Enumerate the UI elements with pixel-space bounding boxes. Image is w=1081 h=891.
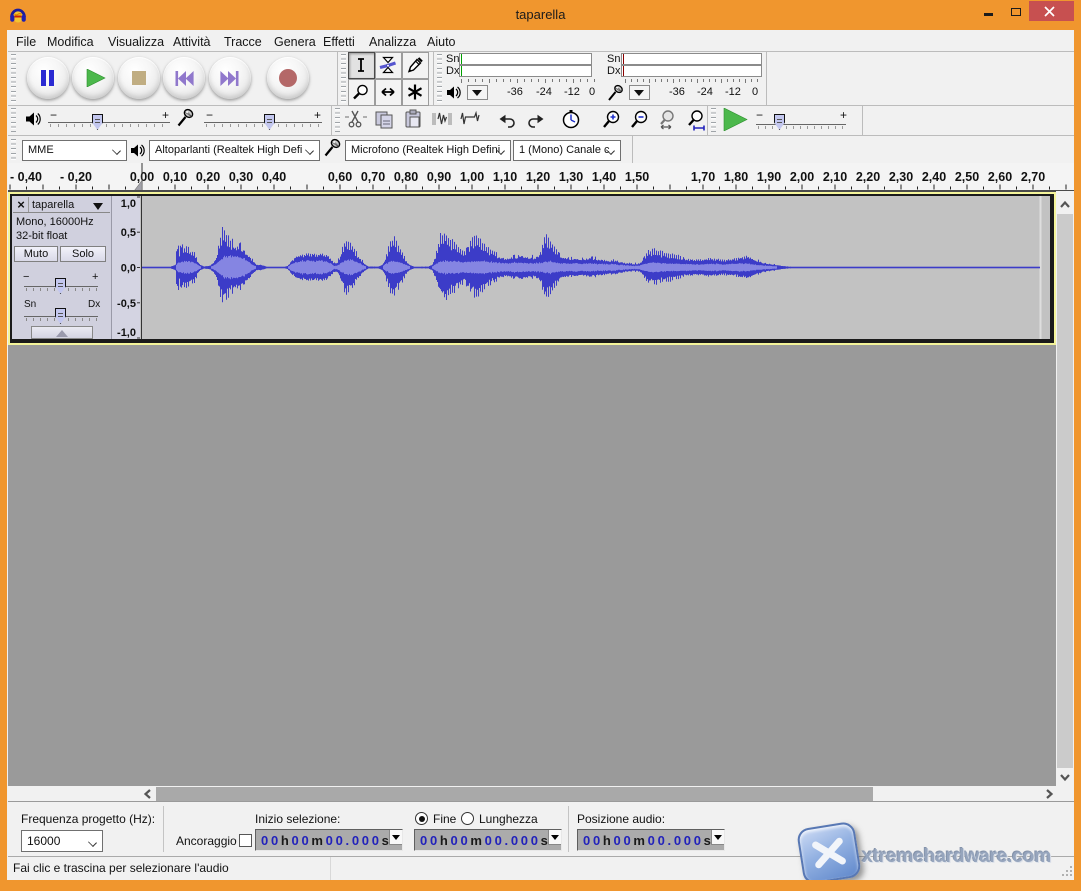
- svg-text:2,00: 2,00: [790, 170, 814, 184]
- svg-text:1,90: 1,90: [757, 170, 781, 184]
- svg-text:1,40: 1,40: [592, 170, 616, 184]
- svg-text:1,70: 1,70: [691, 170, 715, 184]
- svg-text:2,50: 2,50: [955, 170, 979, 184]
- svg-text:- 0,40: - 0,40: [10, 170, 42, 184]
- svg-text:0,30: 0,30: [229, 170, 253, 184]
- svg-text:0,70: 0,70: [361, 170, 385, 184]
- svg-text:1,00: 1,00: [460, 170, 484, 184]
- svg-text:0,60: 0,60: [328, 170, 352, 184]
- svg-text:2,70: 2,70: [1021, 170, 1045, 184]
- svg-text:2,20: 2,20: [856, 170, 880, 184]
- svg-text:0,0: 0,0: [121, 263, 136, 275]
- svg-text:1,10: 1,10: [493, 170, 517, 184]
- svg-text:1,50: 1,50: [625, 170, 649, 184]
- svg-text:2,10: 2,10: [823, 170, 847, 184]
- svg-text:0,80: 0,80: [394, 170, 418, 184]
- svg-text:0,20: 0,20: [196, 170, 220, 184]
- svg-text:0,10: 0,10: [163, 170, 187, 184]
- svg-text:2,40: 2,40: [922, 170, 946, 184]
- svg-text:0,5: 0,5: [121, 227, 136, 239]
- svg-text:1,20: 1,20: [526, 170, 550, 184]
- svg-text:1,80: 1,80: [724, 170, 748, 184]
- svg-text:-1,0: -1,0: [117, 327, 136, 339]
- svg-text:-0,5: -0,5: [117, 298, 136, 310]
- svg-text:1,30: 1,30: [559, 170, 583, 184]
- svg-text:0,90: 0,90: [427, 170, 451, 184]
- svg-text:0,40: 0,40: [262, 170, 286, 184]
- svg-text:- 0,20: - 0,20: [60, 170, 92, 184]
- svg-text:2,60: 2,60: [988, 170, 1012, 184]
- svg-text:2,30: 2,30: [889, 170, 913, 184]
- svg-text:1,0: 1,0: [121, 198, 136, 210]
